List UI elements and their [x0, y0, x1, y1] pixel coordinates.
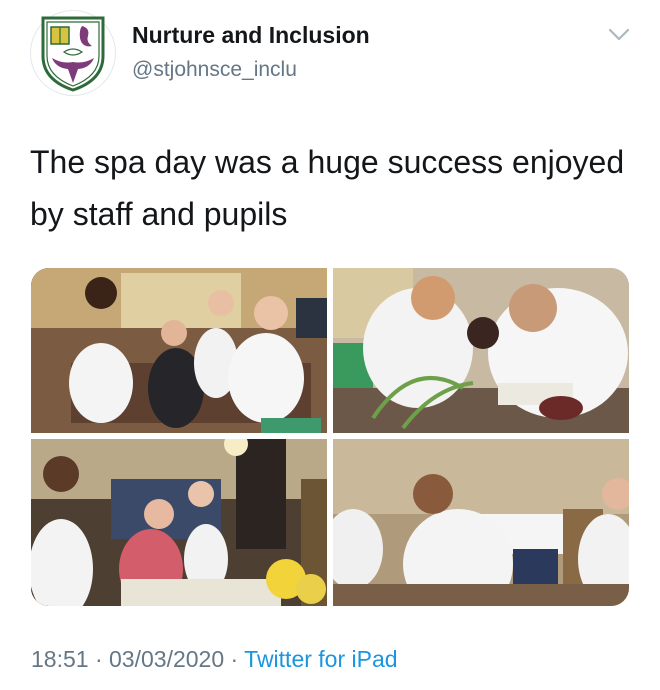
photo-3[interactable]: [31, 439, 327, 606]
tweet-text: The spa day was a huge success enjoyed b…: [30, 144, 625, 232]
media-grid: [31, 268, 629, 606]
school-crest-icon: [41, 16, 105, 92]
avatar[interactable]: [30, 10, 116, 96]
tweet-source-link[interactable]: Twitter for iPad: [244, 646, 397, 672]
username-handle[interactable]: @stjohnsce_inclu: [132, 58, 297, 82]
chevron-down-icon[interactable]: [608, 28, 630, 42]
photo-4[interactable]: [333, 439, 629, 606]
meta-separator: ·: [88, 646, 110, 672]
tweet-time[interactable]: 18:51: [31, 646, 89, 672]
photo-2[interactable]: [333, 268, 629, 433]
tweet-date[interactable]: 03/03/2020: [109, 646, 224, 672]
tweet-header: Nurture and Inclusion @stjohnsce_inclu: [30, 10, 640, 96]
display-name[interactable]: Nurture and Inclusion: [132, 22, 370, 49]
meta-separator: ·: [224, 646, 245, 672]
tweet: Nurture and Inclusion @stjohnsce_inclu T…: [0, 0, 660, 690]
photo-1[interactable]: [31, 268, 327, 433]
tweet-meta: 18:51 · 03/03/2020 · Twitter for iPad: [31, 646, 398, 673]
